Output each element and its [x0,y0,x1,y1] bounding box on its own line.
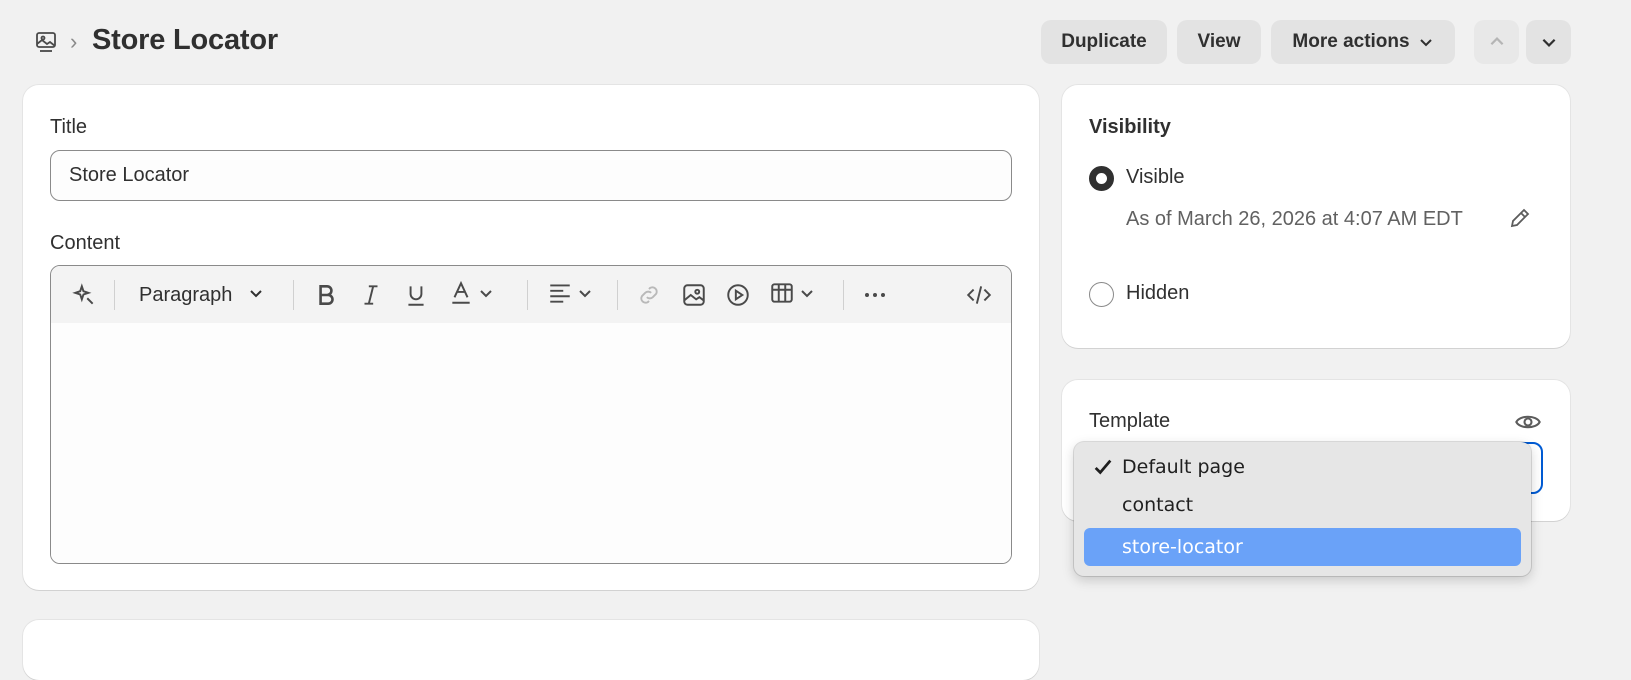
template-heading: Template [1089,410,1171,432]
code-view-icon[interactable] [965,280,993,310]
text-color-select[interactable] [448,280,494,310]
italic-icon[interactable] [358,280,384,310]
hidden-option-label[interactable]: Hidden [1126,282,1189,305]
secondary-card [23,620,1039,680]
chevron-down-icon [1418,34,1434,50]
visible-radio[interactable] [1089,166,1114,191]
template-option-label: store-locator [1122,536,1243,558]
toolbar-divider [617,280,618,310]
image-icon[interactable] [681,280,707,310]
editor-content-area[interactable] [51,323,1011,563]
toolbar-divider [843,280,844,310]
toolbar-divider [527,280,528,310]
video-icon[interactable] [725,280,751,310]
hidden-radio[interactable] [1089,282,1114,307]
paragraph-label: Paragraph [139,283,233,306]
template-option-label: Default page [1122,456,1245,478]
chevron-down-icon [1540,33,1558,51]
view-label: View [1197,31,1241,52]
chevron-down-icon [799,285,815,306]
previous-page-button[interactable] [1474,20,1519,64]
visible-option-label[interactable]: Visible [1126,166,1185,189]
chevron-down-icon [248,284,264,307]
template-option-contact[interactable]: contact [1084,486,1521,524]
template-option-store-locator[interactable]: store-locator [1084,528,1521,566]
page-header: › Store Locator Duplicate View More acti… [0,0,1631,85]
link-icon[interactable] [636,280,662,310]
content-label: Content [50,232,121,254]
bold-icon[interactable] [313,280,339,310]
template-option-default-page[interactable]: Default page [1084,448,1521,486]
page-title: Store Locator [92,24,278,56]
page-content-card: Title Store Locator Content Paragraph [23,85,1039,590]
chevron-up-icon [1488,33,1506,51]
breadcrumb-separator: › [70,29,78,54]
editor-toolbar: Paragraph [51,266,1011,323]
template-dropdown-menu: Default page contact store-locator [1074,442,1531,576]
visibility-heading: Visibility [1089,116,1171,138]
toolbar-divider [293,280,294,310]
eye-icon[interactable] [1514,408,1542,436]
table-icon [769,280,795,311]
alignment-select[interactable] [547,280,593,310]
more-actions-label: More actions [1292,31,1410,52]
template-option-label: contact [1122,494,1194,516]
align-left-icon [547,280,573,311]
chevron-down-icon [577,285,593,306]
chevron-down-icon [478,285,494,306]
pages-icon[interactable] [34,30,58,54]
title-input[interactable]: Store Locator [50,150,1012,201]
checkmark-icon [1092,456,1114,478]
visibility-date: As of March 26, 2026 at 4:07 AM EDT [1126,208,1463,230]
more-actions-button[interactable]: More actions [1271,20,1455,64]
paragraph-format-select[interactable]: Paragraph [139,280,264,310]
duplicate-label: Duplicate [1061,31,1147,52]
underline-icon[interactable] [403,280,429,310]
text-color-icon [448,280,474,311]
toolbar-divider [114,280,115,310]
view-button[interactable]: View [1177,20,1261,64]
pencil-icon[interactable] [1508,206,1532,230]
title-input-value: Store Locator [69,164,190,186]
ai-sparkle-icon[interactable] [71,280,97,310]
table-select[interactable] [769,280,815,310]
next-page-button[interactable] [1526,20,1571,64]
visibility-card: Visibility Visible As of March 26, 2026 … [1062,85,1570,348]
more-formatting-icon[interactable] [861,280,889,310]
title-label: Title [50,116,88,138]
content-editor: Paragraph [50,265,1012,564]
duplicate-button[interactable]: Duplicate [1041,20,1167,64]
